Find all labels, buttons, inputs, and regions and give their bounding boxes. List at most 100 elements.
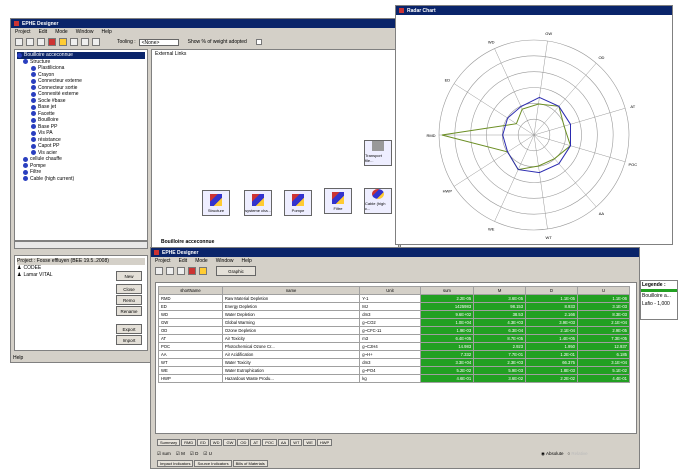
radar-titlebar: Radar Chart <box>396 6 672 15</box>
open-icon[interactable] <box>26 38 34 46</box>
tree-item-label: Socle #base <box>38 97 66 104</box>
node-pompe[interactable]: Pompe <box>284 190 312 216</box>
warning-icon[interactable] <box>199 267 207 275</box>
rename-button[interactable]: Rename <box>116 306 142 316</box>
column-header[interactable]: D <box>525 286 578 295</box>
bottom-tab[interactable]: Source Indicators <box>194 460 232 467</box>
column-header[interactable]: shortName <box>158 286 223 295</box>
node-label: Structure <box>207 208 225 213</box>
table-cell: 2.3E+03 <box>473 358 527 367</box>
molecule-icon <box>23 59 28 65</box>
molecule-icon <box>31 111 36 117</box>
show-weight-checkbox[interactable] <box>255 39 262 45</box>
table-cell: 2.2E-05 <box>419 294 475 303</box>
menu-help[interactable]: Help <box>102 29 112 35</box>
tool3-icon[interactable] <box>92 38 100 46</box>
indicator-tab[interactable]: WT <box>290 439 303 446</box>
indicator-tab[interactable]: HWP <box>316 439 333 446</box>
table-cell: ED <box>158 302 223 311</box>
indicator-tab[interactable]: RMD <box>181 439 197 446</box>
column-header[interactable]: Unit <box>359 286 421 295</box>
column-header[interactable]: name <box>221 286 361 295</box>
export-button[interactable]: Export <box>116 324 142 334</box>
bottom-tab[interactable]: Impact Indicators <box>157 460 194 467</box>
bottom-tab[interactable]: Bills of Materials <box>232 460 268 467</box>
indicator-tab[interactable]: POC <box>262 439 277 446</box>
column-header[interactable]: M <box>473 286 527 295</box>
table-row[interactable]: GW Global Warming g~CO2 1.0E+04 4.3E+03 3.9E+… <box>158 318 630 327</box>
new-button[interactable]: New <box>116 271 142 281</box>
table-row[interactable]: RMD Raw Material Depletion Y-1 2.2E-05 3.6E-… <box>158 294 630 303</box>
radar-axis-label: WT <box>546 235 553 240</box>
series-checkbox[interactable]: ☑ M <box>176 451 185 457</box>
column-header[interactable]: sum <box>419 286 475 295</box>
menu-project[interactable]: Project <box>155 258 171 264</box>
menu-mode[interactable]: Mode <box>195 258 208 264</box>
warning-icon[interactable] <box>59 38 67 46</box>
menu-edit[interactable]: Edit <box>39 29 48 35</box>
indicator-tab[interactable]: AA <box>277 439 290 446</box>
indicator-tab[interactable]: WE <box>303 439 316 446</box>
menu-project[interactable]: Project <box>15 29 31 35</box>
table-cell: 6.4E+05 <box>419 334 475 343</box>
series-checkbox[interactable]: ☑ D <box>190 451 199 457</box>
table-row[interactable]: WD Water Depletion dm3 9.6E+02 38.53 2.166 8.3… <box>158 310 630 319</box>
node-structure[interactable]: Structure <box>202 190 230 216</box>
tool-icon[interactable] <box>70 38 78 46</box>
table-row[interactable]: POC Photochemical Ozone Cr... g~C2H4 14.983… <box>158 342 630 351</box>
open-icon[interactable] <box>166 267 174 275</box>
table-cell: OD <box>158 326 223 335</box>
table-row[interactable]: AA Air Acidification g~H+ 7.332 7.7E-01 1.2E-… <box>158 350 630 359</box>
node-transport[interactable]: Transport file... <box>364 140 392 166</box>
series-checkbox[interactable]: ☑ U <box>203 451 212 457</box>
table-row[interactable]: WE Water Eutrophication g~PO4 5.2E-02 5.9E-0… <box>158 366 630 375</box>
indicator-tab[interactable]: ED <box>197 439 209 446</box>
remove-button[interactable]: Remo <box>116 295 142 305</box>
new-icon[interactable] <box>15 38 23 46</box>
menu-window[interactable]: Window <box>216 258 234 264</box>
table-cell: Air Toxicity <box>221 334 361 343</box>
menu-mode[interactable]: Mode <box>55 29 68 35</box>
table-cell: 3.1E+04 <box>577 358 630 367</box>
indicator-tab[interactable]: WD <box>209 439 223 446</box>
indicator-tab[interactable]: GW <box>223 439 237 446</box>
tree-item-label: Connecteur sortie <box>38 84 78 91</box>
import-button[interactable]: Import <box>116 335 142 345</box>
main-title: EPHE Designer <box>22 20 59 27</box>
new-icon[interactable] <box>155 267 163 275</box>
node-systeme[interactable]: systeme cha... <box>244 190 272 216</box>
table-row[interactable]: AT Air Toxicity m3 6.4E+05 8.7E+05 1.4E+05 7.3… <box>158 334 630 343</box>
table-row[interactable]: ED Energy Depletion MJ 1425983 98.153 8.933 3.… <box>158 302 630 311</box>
close-button[interactable]: Close <box>116 284 142 294</box>
node-label: Filtre <box>333 206 343 211</box>
tree-hscroll[interactable] <box>14 241 148 249</box>
indicator-tab[interactable]: AT <box>250 439 262 446</box>
indicator-tab[interactable]: Summary <box>157 439 181 446</box>
molecule-icon <box>31 104 36 110</box>
legend-item: Bouilloire a... <box>642 293 671 299</box>
table-row[interactable]: WT Water Toxicity dm3 3.3E+04 2.3E+03 66.375 3… <box>158 358 630 367</box>
fire-icon[interactable] <box>188 267 196 275</box>
relative-radio[interactable]: ○ Relative <box>567 451 587 457</box>
table-row[interactable]: OD Ozone Depletion g~CFC-11 1.9E-03 6.3E-04 2… <box>158 326 630 335</box>
absolute-radio[interactable]: ◉ Absolute <box>541 451 563 457</box>
table-cell: kg <box>359 374 421 383</box>
sum-icon[interactable] <box>37 38 45 46</box>
table-cell: Water Toxicity <box>221 358 361 367</box>
tooling-select[interactable]: <None> <box>138 38 179 46</box>
indicator-tab[interactable]: OD <box>237 439 250 446</box>
node-filtre[interactable]: Filtre <box>324 188 352 214</box>
tree-item[interactable]: Cable (high current) <box>17 176 145 183</box>
graphic-button[interactable]: Graphic <box>216 266 256 276</box>
series-checkbox[interactable]: ☑ sum <box>157 451 171 457</box>
tool2-icon[interactable] <box>81 38 89 46</box>
molecule-icon <box>31 91 36 97</box>
menu-edit[interactable]: Edit <box>179 258 188 264</box>
menu-help[interactable]: Help <box>242 258 252 264</box>
table-row[interactable]: HWP Hazardous Waste Produ... kg 4.6E-01 3.6E… <box>158 374 630 383</box>
column-header[interactable]: U <box>577 286 630 295</box>
node-cable[interactable]: Cable (high c... <box>364 188 392 214</box>
menu-window[interactable]: Window <box>76 29 94 35</box>
fire-icon[interactable] <box>48 38 56 46</box>
sum-icon[interactable] <box>177 267 185 275</box>
